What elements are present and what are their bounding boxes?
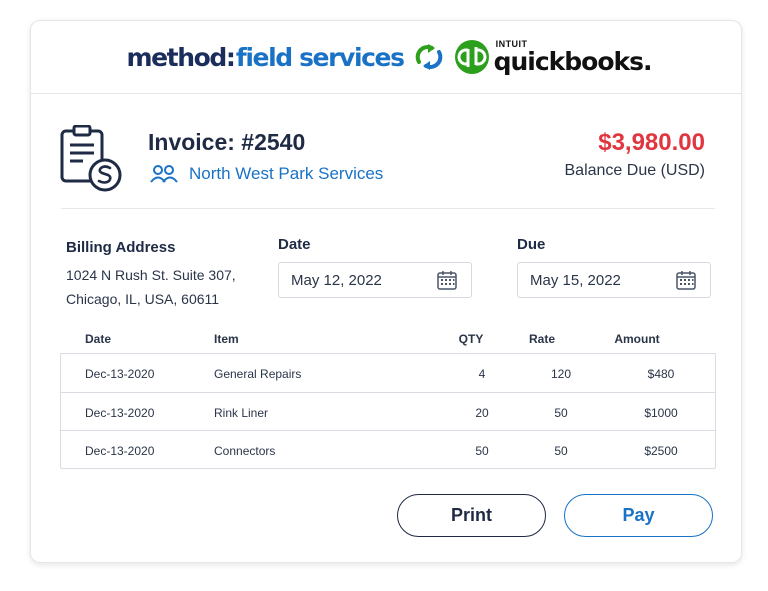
due-date-field[interactable]: May 15, 2022 <box>517 262 711 298</box>
table-row: Dec-13-2020 Connectors 50 50 $2500 <box>61 430 715 468</box>
people-icon <box>150 165 178 183</box>
invoice-date-value: May 12, 2022 <box>291 271 382 289</box>
cell-rate: 50 <box>554 444 568 458</box>
print-button[interactable]: Print <box>397 494 546 537</box>
cell-rate: 50 <box>554 406 568 420</box>
table-row: Dec-13-2020 Rink Liner 20 50 $1000 <box>61 392 715 430</box>
billing-address-label: Billing Address <box>66 239 176 256</box>
balance-amount: $3,980.00 <box>598 129 705 156</box>
cell-date: Dec-13-2020 <box>85 444 155 458</box>
cell-qty: 50 <box>475 444 489 458</box>
customer-link[interactable]: North West Park Services <box>149 164 383 184</box>
balance-label: Balance Due (USD) <box>564 162 706 179</box>
quickbooks-logo: INTUIT quickbooks. <box>454 39 653 75</box>
method-logo: method:field services <box>126 42 404 72</box>
cell-date: Dec-13-2020 <box>85 367 155 381</box>
invoice-dollar-icon <box>60 125 122 192</box>
invoice-date-field[interactable]: May 12, 2022 <box>278 262 472 298</box>
integration-logo: method:field services INTUIT quickbooks. <box>126 39 653 75</box>
invoice-title: Invoice: #2540 <box>148 129 306 155</box>
line-items-table: Dec-13-2020 General Repairs 4 120 $480 D… <box>60 353 716 469</box>
brand-header: method:field services INTUIT quickbooks. <box>31 21 741 94</box>
billing-address-line: 1024 N Rush St. Suite 307, <box>66 267 236 283</box>
pay-button[interactable]: Pay <box>564 494 713 537</box>
table-header: Date Item QTY Rate Amount <box>31 332 741 352</box>
column-header-item: Item <box>214 332 239 346</box>
invoice-card: method:field services INTUIT quickbooks. <box>30 20 742 563</box>
calendar-icon[interactable] <box>436 269 458 291</box>
date-label: Date <box>278 236 311 253</box>
column-header-rate: Rate <box>528 332 555 346</box>
cell-amount: $480 <box>647 367 675 381</box>
table-row: Dec-13-2020 General Repairs 4 120 $480 <box>61 354 715 392</box>
column-header-amount: Amount <box>614 332 660 346</box>
cell-qty: 20 <box>475 406 489 420</box>
cell-item: General Repairs <box>214 367 302 381</box>
cell-item: Connectors <box>214 444 276 458</box>
column-header-date: Date <box>85 332 112 346</box>
cell-amount: $1000 <box>644 406 678 420</box>
cell-date: Dec-13-2020 <box>85 406 155 420</box>
divider <box>61 208 715 209</box>
due-date-value: May 15, 2022 <box>530 271 621 289</box>
cell-qty: 4 <box>478 367 486 381</box>
billing-address-line: Chicago, IL, USA, 60611 <box>66 291 220 307</box>
cell-rate: 120 <box>550 367 572 381</box>
column-header-qty: QTY <box>458 332 484 346</box>
cell-amount: $2500 <box>644 444 678 458</box>
customer-name[interactable]: North West Park Services <box>189 164 383 184</box>
quickbooks-icon <box>454 40 489 74</box>
due-label: Due <box>517 236 546 253</box>
sync-icon <box>415 44 442 70</box>
cell-item: Rink Liner <box>214 406 269 420</box>
calendar-icon[interactable] <box>675 269 697 291</box>
